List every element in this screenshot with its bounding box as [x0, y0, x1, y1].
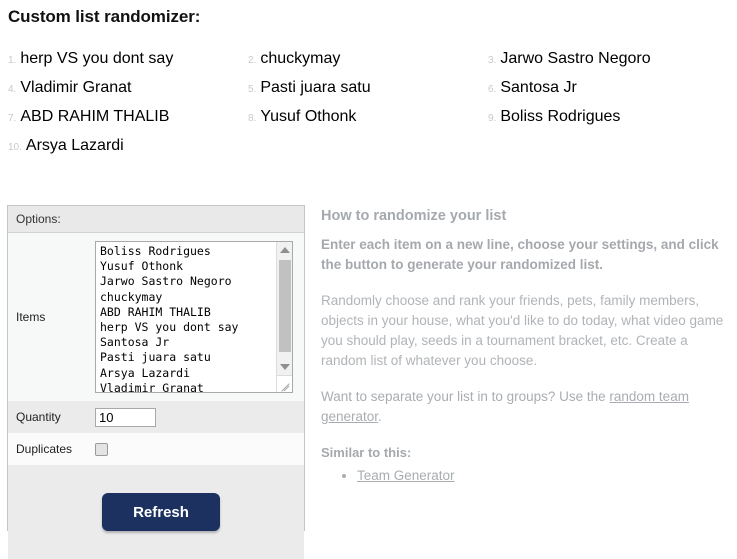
- options-panel-header: Options:: [8, 206, 304, 233]
- items-row: Items Boliss Rodrigues Yusuf Othonk Jarw…: [8, 233, 304, 401]
- result-item-9: 9. Boliss Rodrigues: [480, 108, 737, 126]
- help-groups-prefix: Want to separate your list in to groups?…: [321, 389, 610, 404]
- result-row: 7. ABD RAHIM THALIB 8. Yusuf Othonk 9. B…: [0, 108, 737, 137]
- result-item-5: 5. Pasti juara satu: [240, 79, 480, 97]
- result-number: 9.: [488, 113, 497, 124]
- result-row: 4. Vladimir Granat 5. Pasti juara satu 6…: [0, 79, 737, 108]
- scrollbar-thumb[interactable]: [279, 260, 291, 352]
- result-item-4: 4. Vladimir Granat: [0, 79, 240, 97]
- duplicates-checkbox[interactable]: [95, 442, 108, 456]
- result-label: Arsya Lazardi: [25, 137, 124, 154]
- quantity-row: Quantity 10: [8, 401, 304, 433]
- result-item-2: 2. chuckymay: [240, 50, 480, 68]
- result-number: 5.: [248, 84, 257, 95]
- result-number: 6.: [488, 84, 497, 95]
- similar-list: Team Generator: [321, 466, 731, 486]
- items-textarea[interactable]: Boliss Rodrigues Yusuf Othonk Jarwo Sast…: [95, 241, 293, 393]
- result-row: 10. Arsya Lazardi: [0, 137, 737, 166]
- randomized-result-list: 1. herp VS you dont say 2. chuckymay 3. …: [0, 50, 737, 166]
- result-item-7: 7. ABD RAHIM THALIB: [0, 108, 240, 126]
- result-label: chuckymay: [260, 50, 341, 67]
- result-number: 7.: [8, 113, 17, 124]
- team-generator-link[interactable]: Team Generator: [357, 468, 455, 483]
- help-body-text: Randomly choose and rank your friends, p…: [321, 293, 724, 368]
- options-panel: Options: Items Boliss Rodrigues Yusuf Ot…: [7, 205, 305, 559]
- result-label: Santosa Jr: [500, 79, 577, 96]
- help-column: How to randomize your list Enter each it…: [321, 205, 731, 486]
- result-item-6: 6. Santosa Jr: [480, 79, 737, 97]
- result-item-3: 3. Jarwo Sastro Negoro: [480, 50, 737, 68]
- scroll-up-arrow-icon[interactable]: [277, 242, 292, 257]
- result-number: 4.: [8, 84, 17, 95]
- result-label: herp VS you dont say: [20, 50, 174, 67]
- page-title: Custom list randomizer:: [8, 7, 201, 26]
- result-label: Yusuf Othonk: [260, 108, 357, 125]
- result-label: Pasti juara satu: [260, 79, 371, 96]
- lower-section: Options: Items Boliss Rodrigues Yusuf Ot…: [0, 205, 737, 559]
- quantity-input[interactable]: 10: [95, 407, 156, 427]
- list-item: Team Generator: [357, 466, 731, 486]
- help-lead-text: Enter each item on a new line, choose yo…: [321, 237, 719, 272]
- resize-grip-icon[interactable]: [276, 375, 292, 392]
- help-heading: How to randomize your list: [321, 208, 507, 224]
- options-header-label: Options:: [16, 212, 61, 226]
- result-number: 2.: [248, 55, 257, 66]
- result-label: ABD RAHIM THALIB: [20, 108, 170, 125]
- items-textarea-value: Boliss Rodrigues Yusuf Othonk Jarwo Sast…: [100, 244, 239, 393]
- result-item-8: 8. Yusuf Othonk: [240, 108, 480, 126]
- quantity-label: Quantity: [16, 410, 61, 424]
- similar-heading: Similar to this:: [321, 445, 412, 460]
- result-item-1: 1. herp VS you dont say: [0, 50, 240, 68]
- refresh-row: Refresh: [8, 465, 304, 559]
- result-number: 8.: [248, 113, 257, 124]
- result-number: 10.: [8, 142, 22, 153]
- result-label: Jarwo Sastro Negoro: [500, 50, 651, 67]
- refresh-button[interactable]: Refresh: [102, 493, 220, 531]
- result-item-10: 10. Arsya Lazardi: [0, 137, 240, 155]
- result-row: 1. herp VS you dont say 2. chuckymay 3. …: [0, 50, 737, 79]
- result-number: 1.: [8, 55, 17, 66]
- help-groups-text: Want to separate your list in to groups?…: [321, 387, 731, 427]
- result-number: 3.: [488, 55, 497, 66]
- result-label: Vladimir Granat: [20, 79, 132, 96]
- help-groups-suffix: .: [378, 409, 382, 424]
- duplicates-row: Duplicates: [8, 433, 304, 465]
- items-label: Items: [16, 310, 46, 324]
- duplicates-label: Duplicates: [16, 442, 73, 456]
- result-label: Boliss Rodrigues: [500, 108, 621, 125]
- scroll-down-arrow-icon[interactable]: [277, 359, 292, 374]
- items-textarea-scrollbar[interactable]: [276, 242, 292, 392]
